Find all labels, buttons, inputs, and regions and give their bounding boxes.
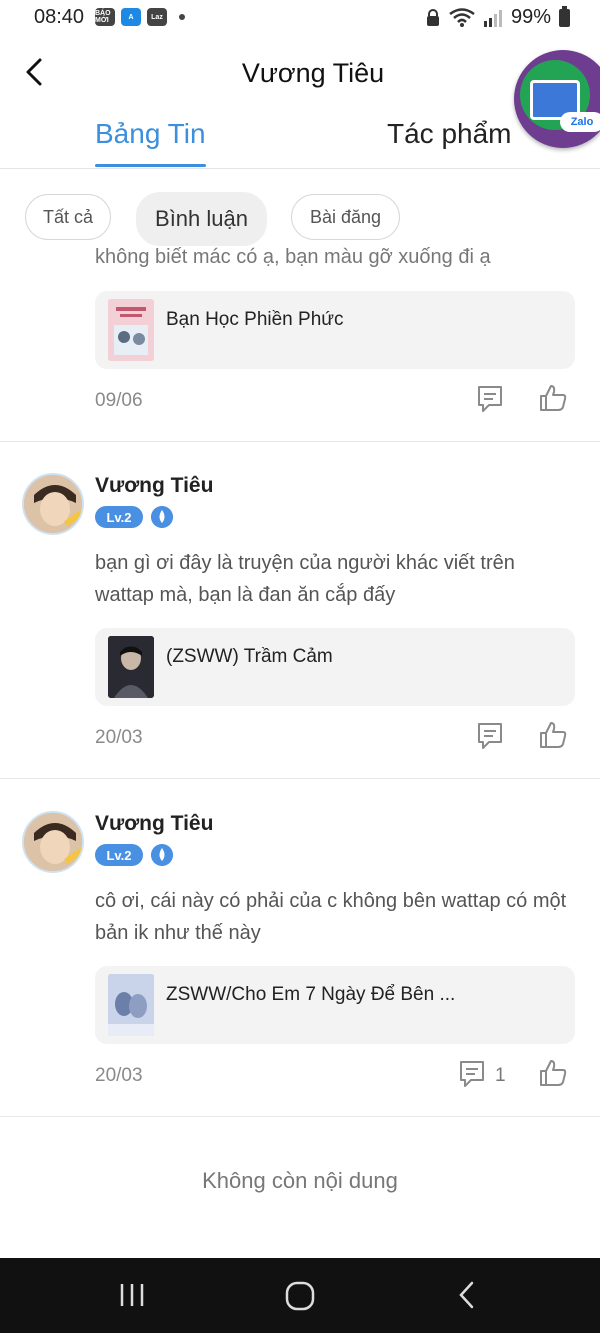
- tab-bar: Bảng Tin Tác phẩm: [0, 100, 600, 169]
- lazada-app-icon: Laz: [147, 8, 167, 26]
- post-date: 20/03: [95, 1065, 143, 1086]
- filter-chip-comments[interactable]: Bình luận: [136, 192, 267, 246]
- like-icon[interactable]: [538, 383, 568, 413]
- battery-icon: [559, 5, 570, 27]
- comment-text-partial: không biết mác có ạ, bạn màu gỡ xuống đi…: [95, 246, 491, 268]
- story-card[interactable]: (ZSWW) Trầm Cảm: [95, 628, 575, 706]
- comment-text: bạn gì ơi đây là truyện của người khác v…: [95, 552, 515, 606]
- story-card[interactable]: Bạn Học Phiền Phức: [95, 291, 575, 369]
- story-cover: [108, 636, 154, 698]
- notification-dot-icon: [179, 14, 185, 20]
- author-name[interactable]: Vương Tiêu: [95, 812, 213, 836]
- post-date: 20/03: [95, 727, 143, 748]
- droplet-badge-icon: [151, 506, 173, 528]
- avatar[interactable]: [22, 811, 84, 873]
- story-title: Bạn Học Phiền Phức: [166, 309, 344, 330]
- story-card[interactable]: ZSWW/Cho Em 7 Ngày Để Bên ...: [95, 966, 575, 1044]
- divider: [0, 441, 600, 442]
- active-tab-indicator: [95, 164, 206, 167]
- comment-count: 1: [495, 1065, 506, 1086]
- divider: [0, 1116, 600, 1117]
- status-app-icons: BÁO MỚI A Laz: [95, 8, 185, 26]
- tab-bang-tin[interactable]: Bảng Tin: [95, 118, 206, 150]
- comment-icon[interactable]: [475, 721, 505, 751]
- like-icon[interactable]: [538, 1058, 568, 1088]
- divider: [0, 778, 600, 779]
- comment-icon[interactable]: [475, 384, 505, 414]
- avatar[interactable]: [22, 473, 84, 535]
- filter-chip-posts[interactable]: Bài đăng: [291, 194, 400, 240]
- home-icon[interactable]: [284, 1280, 316, 1312]
- accessibility-app-icon: A: [121, 8, 141, 26]
- feed-list: không biết mác có ạ, bạn màu gỡ xuống đi…: [0, 240, 600, 1258]
- story-cover: [108, 974, 154, 1036]
- lock-icon: [426, 8, 439, 26]
- like-icon[interactable]: [538, 720, 568, 750]
- recent-apps-icon[interactable]: [117, 1280, 147, 1310]
- tab-tac-pham[interactable]: Tác phẩm: [387, 118, 512, 150]
- system-nav-bar: [0, 1258, 600, 1333]
- status-bar: 08:40 BÁO MỚI A Laz 99%: [0, 0, 600, 36]
- post-date: 09/06: [95, 390, 143, 411]
- signal-icon: [483, 9, 502, 27]
- level-badge: Lv.2: [95, 506, 143, 528]
- filter-chip-all[interactable]: Tất cả: [25, 194, 111, 240]
- page-title: Vương Tiêu: [241, 58, 385, 88]
- status-right: 99%: [425, 5, 570, 29]
- level-badge: Lv.2: [95, 844, 143, 866]
- battery-percent: 99%: [510, 6, 551, 28]
- status-time: 08:40: [34, 6, 85, 28]
- story-cover: [108, 299, 154, 361]
- end-of-content-message: Không còn nội dung: [202, 1168, 398, 1193]
- author-name[interactable]: Vương Tiêu: [95, 474, 213, 498]
- story-title: ZSWW/Cho Em 7 Ngày Để Bên ...: [166, 984, 456, 1005]
- wifi-icon: [449, 7, 475, 27]
- baomoi-app-icon: BÁO MỚI: [95, 8, 115, 26]
- story-title: (ZSWW) Trầm Cảm: [166, 646, 333, 667]
- back-nav-icon[interactable]: [453, 1280, 483, 1310]
- comment-text: cô ơi, cái này có phải của c không bên w…: [95, 890, 567, 944]
- comment-icon[interactable]: [457, 1059, 487, 1089]
- droplet-badge-icon: [151, 844, 173, 866]
